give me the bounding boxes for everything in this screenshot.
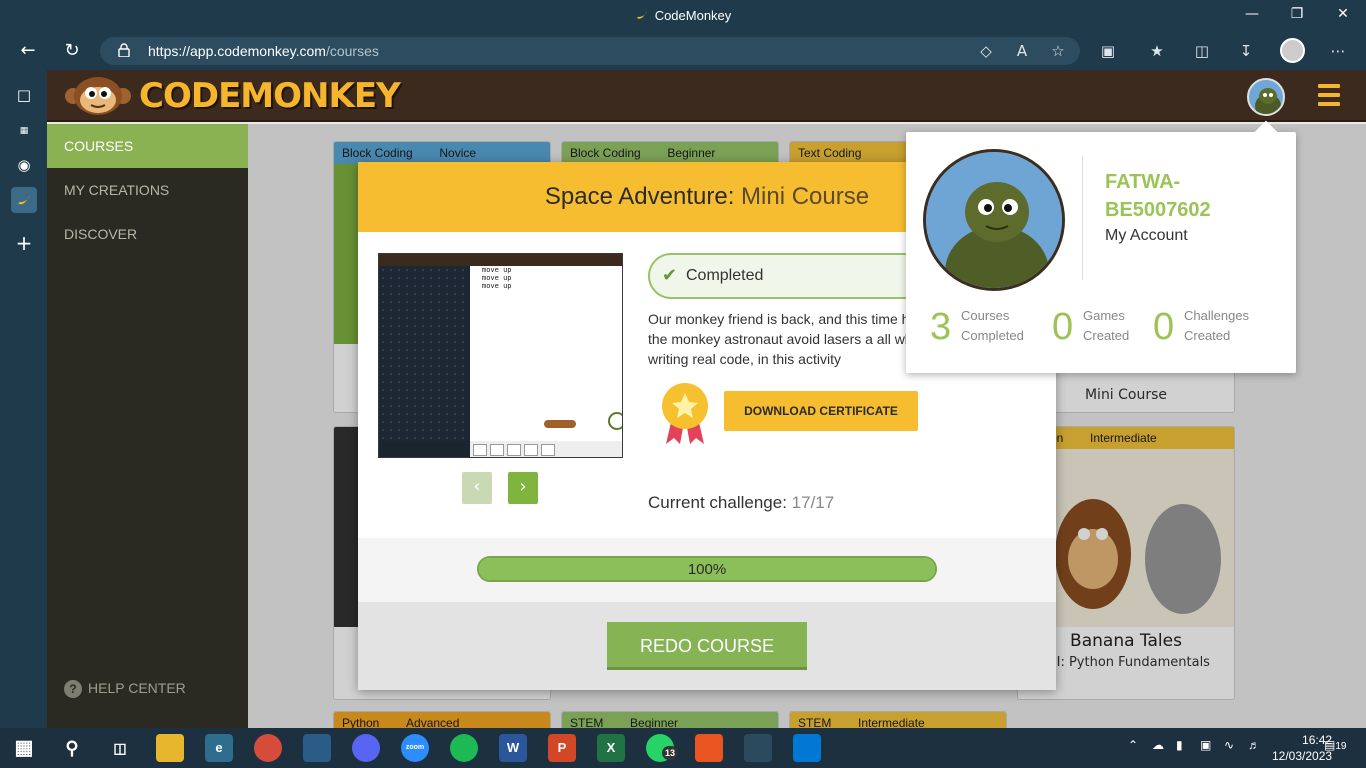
app-icon[interactable]: [303, 734, 331, 762]
progress-section: 100%: [358, 538, 1056, 602]
edge-sidebar: □ ▦ ◉ +: [0, 70, 47, 728]
spotify-icon[interactable]: [450, 734, 478, 762]
add-icon[interactable]: +: [11, 230, 37, 256]
excel-icon[interactable]: X: [597, 734, 625, 762]
chevron-up-icon[interactable]: ⌃: [1128, 738, 1138, 752]
certificate-medal-icon: [662, 383, 708, 444]
redo-course-button[interactable]: REDO COURSE: [607, 622, 807, 670]
account-dropdown: FATWA-BE5007602 My Account 3 Courses Com…: [906, 120, 1296, 373]
whatsapp-badge: 13: [662, 746, 679, 760]
volume-icon[interactable]: ♬: [1248, 738, 1260, 752]
ubuntu-icon[interactable]: [695, 734, 723, 762]
word-icon[interactable]: W: [499, 734, 527, 762]
help-center-link[interactable]: ? HELP CENTER: [64, 680, 186, 698]
brand-name: CODEMONKEY: [139, 76, 401, 116]
chrome-icon[interactable]: [254, 734, 282, 762]
address-bar-row: ← ↻ https://app.codemonkey.com/courses ◇…: [0, 32, 1366, 70]
battery-icon[interactable]: ▮: [1176, 738, 1183, 752]
download-certificate-button[interactable]: DOWNLOAD CERTIFICATE: [724, 391, 918, 431]
monkey-logo-icon: [65, 77, 131, 115]
tabs-icon[interactable]: □: [11, 82, 37, 108]
more-menu-icon[interactable]: ⋯: [1328, 41, 1348, 61]
window-title: CodeMonkey: [0, 8, 1366, 23]
vscode-icon[interactable]: [793, 734, 821, 762]
taskbar: ▦ ⚲ ◫ e zoom W P X 13 ⌃ ☁ ▮ ▣ ∿ ♬ 16:42 …: [0, 728, 1366, 768]
back-icon[interactable]: ←: [16, 40, 40, 62]
file-explorer-icon[interactable]: [156, 734, 184, 762]
window-titlebar: CodeMonkey — ❐ ✕: [0, 0, 1366, 32]
github-icon[interactable]: ◉: [11, 152, 37, 178]
progress-label: 100%: [687, 561, 727, 578]
url-path: /courses: [325, 43, 379, 59]
code-line: move up: [482, 266, 512, 274]
nav-my-creations[interactable]: MY CREATIONS: [47, 168, 248, 212]
account-username: FATWA-BE5007602: [1105, 171, 1211, 221]
tag-icon[interactable]: ◇: [976, 41, 996, 61]
minimize-button[interactable]: —: [1242, 6, 1262, 22]
next-screenshot-button[interactable]: ›: [508, 472, 538, 504]
browser-profile-avatar[interactable]: [1280, 38, 1305, 63]
url-field[interactable]: https://app.codemonkey.com/courses: [100, 37, 1080, 65]
banana-icon: [636, 11, 647, 19]
read-aloud-icon[interactable]: A: [1012, 41, 1032, 61]
restore-button[interactable]: ❐: [1287, 6, 1307, 22]
user-avatar[interactable]: [1247, 78, 1285, 116]
extensions-icon[interactable]: ▣: [1098, 41, 1118, 61]
course-description: Our monkey friend is back, and this time…: [648, 311, 943, 367]
collections-icon[interactable]: ◫: [1192, 41, 1212, 61]
help-icon: ?: [64, 680, 82, 698]
notifications-icon[interactable]: ▤19: [1324, 738, 1346, 752]
play-icon: [608, 412, 622, 430]
refresh-icon[interactable]: ↻: [60, 40, 84, 62]
task-view-icon[interactable]: ◫: [106, 734, 134, 762]
app-icon[interactable]: [744, 734, 772, 762]
whatsapp-icon[interactable]: 13: [646, 734, 679, 762]
codemonkey-app-icon[interactable]: [11, 187, 37, 213]
code-line: move up: [482, 274, 512, 282]
url-host: https://app.codemonkey.com: [148, 43, 326, 59]
prev-screenshot-button[interactable]: ‹: [462, 472, 492, 504]
edge-icon[interactable]: e: [205, 734, 233, 762]
codemonkey-logo[interactable]: CODEMONKEY: [63, 76, 401, 116]
nav-courses[interactable]: COURSES: [47, 124, 248, 168]
lock-icon: [118, 43, 130, 57]
checkmark-icon: ✔: [662, 265, 678, 286]
code-line: move up: [482, 282, 512, 290]
hamburger-menu-icon[interactable]: [1318, 84, 1340, 106]
downloads-icon[interactable]: ↧: [1236, 41, 1256, 61]
display-icon[interactable]: ▣: [1200, 738, 1211, 752]
modal-footer: REDO COURSE: [358, 602, 1056, 690]
cloud-icon[interactable]: ☁: [1152, 738, 1164, 752]
account-avatar: [923, 149, 1065, 291]
app-shortcut-icon[interactable]: ▦: [11, 118, 37, 144]
progress-bar: 100%: [477, 556, 937, 582]
close-button[interactable]: ✕: [1333, 6, 1353, 22]
favorites-icon[interactable]: ★: [1147, 41, 1167, 61]
current-challenge: Current challenge: 17/17: [648, 493, 835, 512]
discord-icon[interactable]: [352, 734, 380, 762]
search-icon[interactable]: ⚲: [58, 734, 86, 762]
code-editor-preview: move up move up move up: [470, 266, 622, 441]
app-sidebar: COURSES MY CREATIONS DISCOVER ? HELP CENT…: [47, 124, 248, 728]
nav-discover[interactable]: DISCOVER: [47, 212, 248, 256]
course-screenshot: move up move up move up: [378, 253, 623, 458]
windows-start-icon[interactable]: ▦: [10, 734, 38, 762]
powerpoint-icon[interactable]: P: [548, 734, 576, 762]
app-header: CODEMONKEY: [47, 70, 1366, 122]
my-account-link[interactable]: My Account: [1105, 227, 1188, 245]
favorite-add-icon[interactable]: ☆: [1048, 41, 1068, 61]
wifi-icon[interactable]: ∿: [1224, 738, 1234, 752]
completed-status: ✔ Completed: [648, 253, 948, 299]
zoom-icon[interactable]: zoom: [401, 734, 429, 762]
